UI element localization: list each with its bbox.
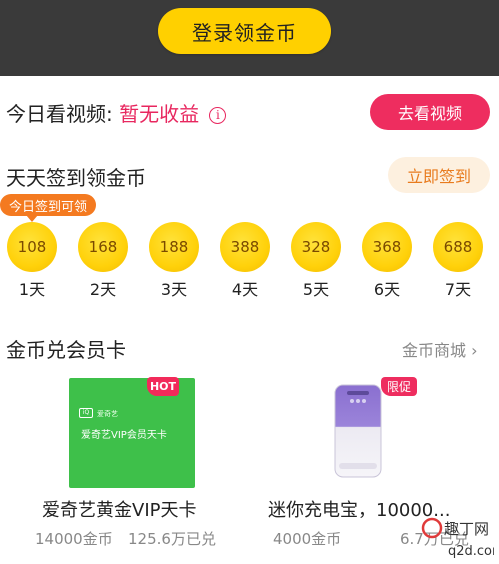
info-icon[interactable]: i [209, 107, 227, 124]
coin-badge: 688 [433, 222, 483, 272]
product-price: 4000金币 [273, 530, 342, 548]
card-title-text: 爱奇艺VIP会员天卡 [81, 430, 167, 441]
limited-promo-badge: 限促 [381, 377, 417, 396]
video-label-text: 今日看视频: [6, 102, 113, 126]
product-price: 14000金币 [35, 530, 113, 548]
iqiyi-logo-icon: iQ [79, 408, 93, 418]
day-label: 1天 [18, 280, 46, 299]
watermark-title: 趣丁网 [444, 520, 489, 538]
card-brand-text: 爱奇艺 [97, 410, 118, 418]
power-bank-icon [334, 384, 382, 478]
video-status-text: 暂无收益 [119, 102, 200, 126]
sign-day-4[interactable]: 388 4天 [220, 222, 272, 300]
sign-day-1[interactable]: 108 1天 [7, 222, 59, 300]
day-label: 3天 [160, 280, 188, 299]
day-label: 7天 [444, 280, 472, 299]
sign-day-7[interactable]: 688 7天 [433, 222, 485, 300]
watermark-domain: q2d.com [448, 544, 494, 559]
coin-badge: 368 [362, 222, 412, 272]
sign-day-5[interactable]: 328 5天 [291, 222, 343, 300]
sign-in-button[interactable]: 立即签到 [388, 157, 490, 193]
video-earnings-label: 今日看视频: 暂无收益 i [6, 98, 227, 127]
coin-badge: 108 [7, 222, 57, 272]
coin-badge: 188 [149, 222, 199, 272]
day-label: 2天 [89, 280, 117, 299]
day-label: 6天 [373, 280, 401, 299]
product-redeemed-count: 125.6万已兑 [128, 530, 216, 548]
sign-in-title: 天天签到领金币 [6, 166, 146, 190]
sign-day-3[interactable]: 188 3天 [149, 222, 201, 300]
coin-badge: 168 [78, 222, 128, 272]
day-label: 5天 [302, 280, 330, 299]
sign-day-2[interactable]: 168 2天 [78, 222, 130, 300]
site-watermark: 趣丁网 q2d.com [421, 517, 494, 559]
coin-badge: 328 [291, 222, 341, 272]
sign-in-days: 108 1天 168 2天 188 3天 388 4天 328 5天 368 6… [0, 222, 499, 302]
hot-badge: HOT [147, 377, 179, 396]
day-label: 4天 [231, 280, 259, 299]
coin-mall-link[interactable]: 金币商城 › [402, 337, 478, 361]
video-earnings-row: 今日看视频: 暂无收益 i 去看视频 [0, 88, 499, 138]
top-bar: 登录领金币 [0, 0, 499, 76]
today-reward-tag: 今日签到可领 [0, 194, 96, 216]
login-for-coins-button[interactable]: 登录领金币 [158, 8, 331, 54]
product-name[interactable]: 爱奇艺黄金VIP天卡 [42, 496, 196, 522]
sign-day-6[interactable]: 368 6天 [362, 222, 414, 300]
tag-pointer [26, 215, 38, 222]
coin-badge: 388 [220, 222, 270, 272]
exchange-title: 金币兑会员卡 [6, 338, 126, 362]
watch-video-button[interactable]: 去看视频 [370, 94, 490, 130]
power-bank-image[interactable] [325, 383, 393, 479]
